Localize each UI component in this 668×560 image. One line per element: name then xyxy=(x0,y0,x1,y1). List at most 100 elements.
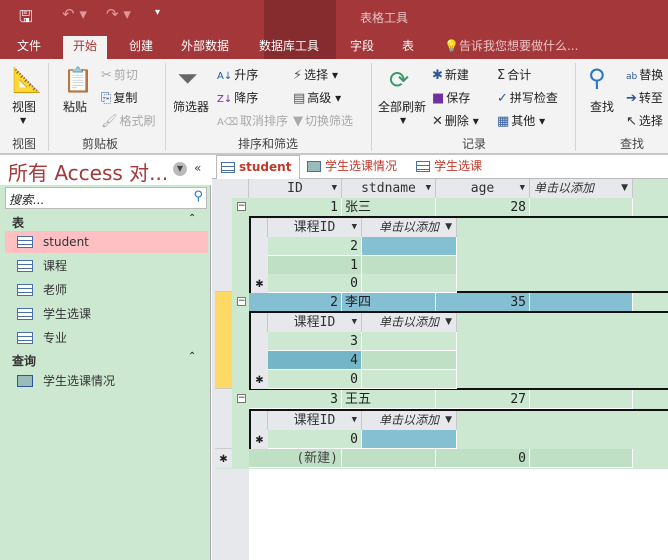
search-icon[interactable]: ⚲ xyxy=(193,189,203,204)
new-row-id[interactable]: (新建) xyxy=(249,449,342,468)
dropdown-icon[interactable]: ▼ xyxy=(520,179,525,198)
selection-button[interactable]: ⚡ 选择 ▾ xyxy=(293,66,338,83)
new-record-button[interactable]: ✱ 新建 xyxy=(432,66,469,83)
nav-item-student[interactable]: student xyxy=(5,231,208,253)
doc-tab-student[interactable]: student xyxy=(216,155,300,179)
tab-home[interactable]: 开始 xyxy=(63,36,108,59)
row-selector[interactable] xyxy=(251,256,268,275)
dropdown-icon[interactable]: ▼ xyxy=(445,411,452,430)
sub-header-course-id[interactable]: 课程ID ▼ xyxy=(268,313,362,332)
dropdown-icon[interactable]: ▼ xyxy=(352,313,357,332)
cell-course-id[interactable]: 4 xyxy=(268,351,362,370)
new-row-add[interactable] xyxy=(530,449,633,468)
dropdown-icon[interactable]: ▼ xyxy=(352,218,357,237)
redo-icon[interactable]: ↷ ▾ xyxy=(106,5,131,23)
format-painter-button[interactable]: 🖌 格式刷 xyxy=(101,112,156,129)
cell-add[interactable] xyxy=(530,293,633,312)
dropdown-icon[interactable]: ▼ xyxy=(445,313,452,332)
cell-add[interactable] xyxy=(362,351,457,370)
nav-item-query-student-course[interactable]: 学生选课情况 xyxy=(5,370,208,392)
undo-icon[interactable]: ↶ ▾ xyxy=(62,5,87,23)
advanced-button[interactable]: ▤ 高级 ▾ xyxy=(293,89,341,106)
nav-item-course[interactable]: 课程 xyxy=(5,255,208,277)
cell-id[interactable]: 1 xyxy=(249,198,342,217)
collapse-subdatasheet-icon[interactable]: − xyxy=(237,297,246,306)
sub-header-add[interactable]: 单击以添加 ▼ xyxy=(362,411,457,430)
new-row-stdname[interactable] xyxy=(342,449,436,468)
column-header-stdname[interactable]: stdname ▼ xyxy=(342,179,436,198)
dropdown-icon[interactable]: ▼ xyxy=(332,179,337,198)
column-header-id[interactable]: ID ▼ xyxy=(249,179,342,198)
row-selector[interactable] xyxy=(251,237,268,256)
sub-corner[interactable] xyxy=(251,313,268,332)
row-selector[interactable] xyxy=(251,351,268,370)
sub-corner[interactable] xyxy=(251,411,268,430)
row-selector[interactable] xyxy=(251,332,268,351)
cell-id[interactable]: 3 xyxy=(249,390,342,409)
cell-id[interactable]: 2 xyxy=(249,293,342,312)
nav-section-queries[interactable]: 查询 xyxy=(12,352,36,369)
nav-menu-icon[interactable]: ▼ xyxy=(173,162,187,176)
cell-add[interactable] xyxy=(530,390,633,409)
nav-search-input[interactable]: 搜索... ⚲ xyxy=(5,187,207,209)
filter-button[interactable]: 筛选器 xyxy=(173,98,209,115)
nav-title[interactable]: 所有 Access 对... xyxy=(8,157,168,186)
sub-corner[interactable] xyxy=(251,218,268,237)
select-button[interactable]: ↖ 选择 xyxy=(626,112,663,129)
dropdown-icon[interactable]: ▼ xyxy=(352,411,357,430)
cell-course-id[interactable]: 3 xyxy=(268,332,362,351)
tab-database-tools[interactable]: 数据库工具 xyxy=(259,36,319,59)
collapse-section-icon[interactable]: ⌃ xyxy=(188,351,196,362)
refresh-all-button[interactable]: 全部刷新 xyxy=(378,98,426,115)
cell-add[interactable] xyxy=(362,332,457,351)
cell-stdname[interactable]: 王五 xyxy=(342,390,436,409)
cell-course-id[interactable]: 1 xyxy=(268,256,362,275)
dropdown-icon[interactable]: ▼ xyxy=(445,218,452,237)
cell-course-id[interactable]: 0 xyxy=(268,430,362,449)
nav-item-student-course[interactable]: 学生选课 xyxy=(5,303,208,325)
sub-header-add[interactable]: 单击以添加 ▼ xyxy=(362,313,457,332)
more-button[interactable]: ▦ 其他 ▾ xyxy=(497,112,545,129)
cell-age[interactable]: 28 xyxy=(436,198,530,217)
cell-add[interactable] xyxy=(362,237,457,256)
sort-descending-button[interactable]: Z↓ 降序 xyxy=(217,89,258,106)
dropdown-icon[interactable]: ▼ xyxy=(426,179,431,198)
tab-table[interactable]: 表 xyxy=(402,36,414,59)
nav-item-major[interactable]: 专业 xyxy=(5,327,208,349)
doc-tab-student-course[interactable]: 学生选课 xyxy=(412,155,492,179)
cell-add[interactable] xyxy=(362,370,457,389)
sub-header-course-id[interactable]: 课程ID ▼ xyxy=(268,218,362,237)
collapse-nav-icon[interactable]: « xyxy=(194,161,201,175)
customize-qat-icon[interactable]: ▾ xyxy=(155,7,160,18)
cell-age[interactable]: 35 xyxy=(436,293,530,312)
dropdown-icon[interactable]: ▼ xyxy=(621,179,628,198)
tab-create[interactable]: 创建 xyxy=(129,36,153,59)
cell-add[interactable] xyxy=(530,198,633,217)
tab-file[interactable]: 文件 xyxy=(17,36,41,59)
cell-course-id[interactable]: 0 xyxy=(268,274,362,293)
totals-button[interactable]: Σ 合计 xyxy=(497,66,531,83)
copy-button[interactable]: ⎘ 复制 xyxy=(101,89,137,106)
row-selector-current[interactable] xyxy=(215,292,232,389)
collapse-section-icon[interactable]: ⌃ xyxy=(188,213,196,224)
cell-stdname[interactable]: 李四 xyxy=(342,293,436,312)
nav-section-tables[interactable]: 表 xyxy=(12,214,24,231)
collapse-subdatasheet-icon[interactable]: − xyxy=(237,202,246,211)
new-row-age[interactable]: 0 xyxy=(436,449,530,468)
row-selector[interactable] xyxy=(215,389,232,449)
clear-sort-button[interactable]: A⌫ 取消排序 xyxy=(217,112,288,129)
doc-tab-query[interactable]: 学生选课情况 xyxy=(303,155,407,179)
column-header-add[interactable]: 单击以添加 ▼ xyxy=(530,179,633,198)
cell-add[interactable] xyxy=(362,430,457,449)
column-header-age[interactable]: age ▼ xyxy=(436,179,530,198)
select-all-corner[interactable] xyxy=(215,179,249,198)
nav-item-teacher[interactable]: 老师 xyxy=(5,279,208,301)
collapse-subdatasheet-icon[interactable]: − xyxy=(237,394,246,403)
paste-button[interactable]: 粘贴 xyxy=(63,98,87,115)
cell-add[interactable] xyxy=(362,256,457,275)
tell-me-box[interactable]: 💡告诉我您想要做什么... xyxy=(444,36,578,59)
goto-button[interactable]: ➔ 转至 xyxy=(626,89,663,106)
find-button[interactable]: 查找 xyxy=(590,98,614,115)
sort-ascending-button[interactable]: A↓ 升序 xyxy=(217,66,258,83)
view-button[interactable]: 视图 xyxy=(12,98,36,115)
